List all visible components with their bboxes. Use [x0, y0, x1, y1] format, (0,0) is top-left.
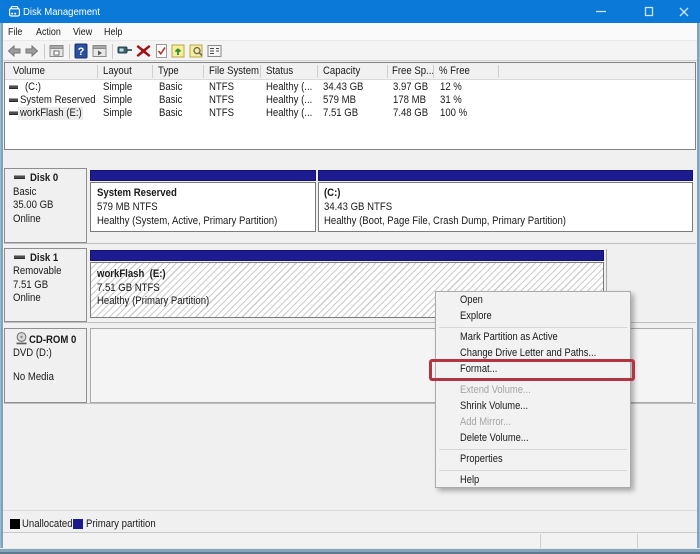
- svg-text:?: ?: [78, 46, 85, 58]
